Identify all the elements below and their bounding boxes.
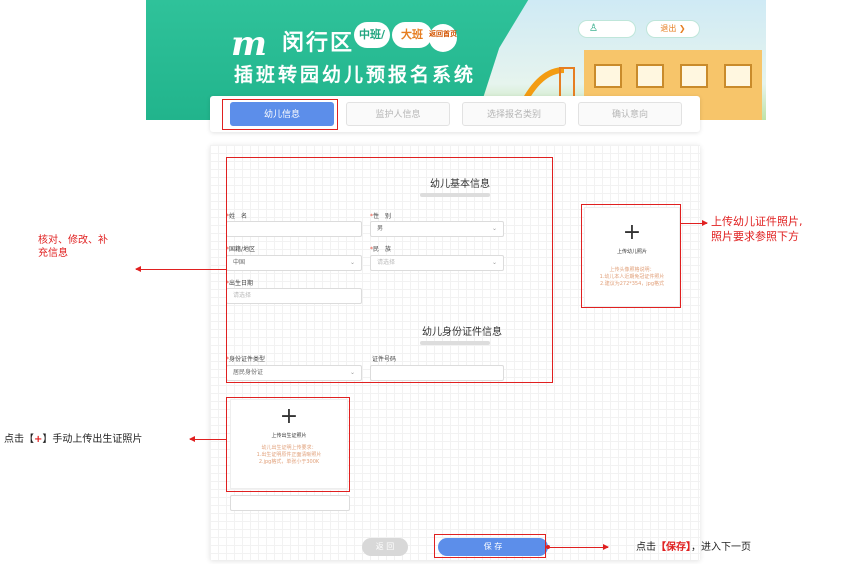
large-class-badge: 大班 (392, 22, 432, 48)
system-title: 插班转园幼儿预报名系统 (234, 64, 477, 86)
step-category[interactable]: 选择报名类别 (462, 102, 566, 126)
photo-note: 上传幼儿证件照片, 照片要求参照下方 (711, 215, 803, 243)
middle-class-badge: 中班/ (354, 22, 390, 48)
back-button[interactable]: 返 回 (362, 538, 408, 556)
highlight-basic-info (226, 157, 553, 383)
step-confirm[interactable]: 确认意向 (578, 102, 682, 126)
exit-button[interactable]: 退出 ❯ (646, 20, 700, 38)
minhang-logo: m (231, 24, 267, 64)
highlight-step-tab (222, 99, 338, 130)
verify-note: 核对、修改、补 充信息 (38, 235, 108, 259)
arrow-photo (681, 220, 708, 226)
highlight-save (434, 534, 546, 558)
arrow-save (548, 544, 609, 550)
save-note: 点击【保存】，进入下一页 (636, 542, 751, 553)
screenshot-stage: m 闵行区 中班/ 大班 返回首页 插班转园幼儿预报名系统 ♙ 退出 ❯ 幼儿信… (0, 0, 864, 564)
home-button[interactable]: 返回首页 (429, 24, 457, 52)
birth-cert-note: 点击【+】手动上传出生证照片 (4, 434, 143, 445)
step-guardian-info[interactable]: 监护人信息 (346, 102, 450, 126)
highlight-photo-upload (581, 204, 681, 308)
arrow-verify (135, 266, 226, 272)
birth-cert-extra-box (230, 495, 350, 511)
district-title: 闵行区 (282, 31, 355, 56)
user-menu[interactable]: ♙ (578, 20, 636, 38)
highlight-birth-cert (226, 397, 350, 492)
arrow-birth-cert (189, 436, 226, 442)
user-icon: ♙ (589, 23, 598, 34)
arrow-save-dot (546, 545, 550, 549)
